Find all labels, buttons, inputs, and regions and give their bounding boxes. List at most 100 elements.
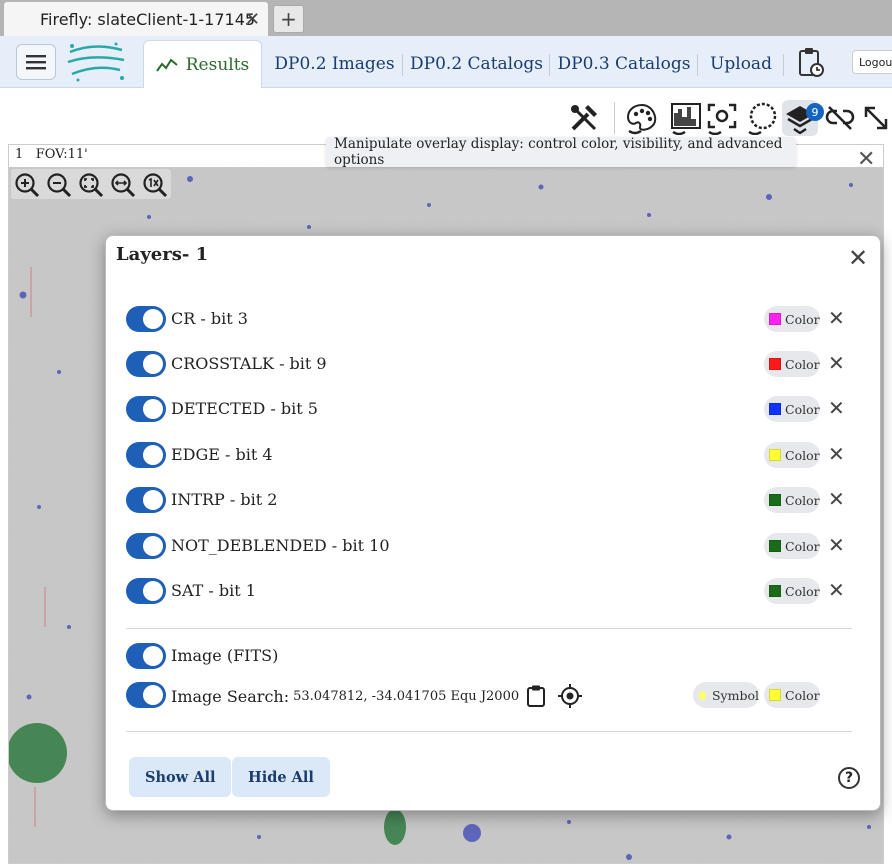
app-menu-bar: Results DP0.2 Images DP0.2 Catalogs DP0.… [0, 36, 892, 88]
color-swatch [769, 689, 781, 701]
remove-layer-icon[interactable]: ✕ [828, 396, 845, 420]
layer-color-button[interactable]: Color [764, 351, 820, 377]
layer-label: INTRP - bit 2 [171, 490, 278, 509]
select-region-button[interactable] [704, 100, 740, 136]
clipboard-clock-icon[interactable] [797, 46, 825, 78]
new-tab-button[interactable]: + [273, 5, 304, 33]
color-button-label: Color [785, 583, 820, 599]
layer-row-image-search: Image Search: 53.047812, -34.041705 Equ … [126, 681, 856, 711]
layer-color-button[interactable]: Color [764, 487, 820, 513]
layer-label: Image Search: 53.047812, -34.041705 Equ … [171, 683, 583, 709]
layer-color-button[interactable]: Color [764, 396, 820, 422]
tab-dp03-catalogs[interactable]: DP0.3 Catalogs [550, 40, 698, 88]
dialog-title: Layers- 1 [116, 244, 209, 265]
tab-upload-label: Upload [710, 54, 772, 74]
zoom-fill-width-icon[interactable] [110, 172, 136, 198]
divider [126, 731, 852, 732]
tab-results[interactable]: Results [143, 40, 262, 88]
lasso-button[interactable] [744, 100, 780, 136]
search-label: Image Search: [171, 686, 290, 706]
firefly-logo-icon [67, 42, 125, 82]
layer-row-image-fits: Image (FITS) [126, 642, 856, 672]
layer-row-sat: SAT - bit 1 Color ✕ [126, 577, 856, 607]
clipboard-icon[interactable] [525, 684, 547, 708]
color-swatch [769, 313, 781, 325]
chart-line-icon [155, 57, 178, 72]
remove-layer-icon[interactable]: ✕ [828, 442, 845, 466]
dialog-close-icon[interactable]: ✕ [848, 244, 868, 272]
browser-tab[interactable]: Firefly: slateClient-1-17145 ✕ [4, 2, 268, 36]
color-palette-button[interactable] [624, 100, 660, 136]
remove-layer-icon[interactable]: ✕ [828, 351, 845, 375]
tools-button[interactable] [566, 100, 602, 136]
layer-color-button[interactable]: Color [764, 442, 820, 468]
hamburger-icon [26, 55, 46, 70]
browser-tab-title: Firefly: slateClient-1-17145 [40, 9, 256, 29]
fov-label: 1 FOV:11' [15, 147, 88, 162]
tab-dp02-catalogs[interactable]: DP0.2 Catalogs [403, 40, 550, 88]
remove-layer-icon[interactable]: ✕ [828, 487, 845, 511]
hide-all-button[interactable]: Hide All [232, 757, 330, 797]
zoom-out-icon[interactable] [46, 172, 72, 198]
color-button-label: Color [785, 401, 820, 417]
color-button-label: Color [785, 687, 820, 703]
remove-layer-icon[interactable]: ✕ [828, 578, 845, 602]
layer-visibility-toggle[interactable] [126, 643, 166, 669]
layer-visibility-toggle[interactable] [126, 442, 166, 468]
remove-layer-icon[interactable]: ✕ [828, 533, 845, 557]
hamburger-menu-button[interactable] [16, 44, 56, 80]
stretch-button[interactable] [668, 100, 704, 136]
layer-label: NOT_DEBLENDED - bit 10 [171, 536, 390, 555]
viewer-close-icon[interactable]: ✕ [857, 147, 875, 172]
layer-visibility-toggle[interactable] [126, 306, 166, 332]
divider [126, 628, 852, 629]
unlink-button[interactable] [822, 100, 858, 136]
layer-row-not-deblended: NOT_DEBLENDED - bit 10 Color ✕ [126, 532, 856, 562]
layer-row-cr: CR - bit 3 Color ✕ [126, 305, 856, 335]
tab-dp02-images[interactable]: DP0.2 Images [266, 40, 403, 88]
unlink-icon [825, 106, 855, 130]
layer-label: CR - bit 3 [171, 309, 248, 328]
zoom-in-icon[interactable] [14, 172, 40, 198]
stretch-histogram-icon [671, 103, 701, 135]
expand-icon [864, 106, 888, 130]
layer-color-button[interactable]: Color [764, 306, 820, 332]
layer-row-intrp: INTRP - bit 2 Color ✕ [126, 486, 856, 516]
plot-index: 1 [15, 147, 24, 162]
tab-upload[interactable]: Upload [698, 40, 784, 88]
color-button-label: Color [785, 311, 820, 327]
zoom-fit-icon[interactable] [78, 172, 104, 198]
expand-button[interactable] [858, 100, 892, 136]
remove-layer-icon[interactable]: ✕ [828, 306, 845, 330]
toolbar-divider [614, 102, 615, 134]
layer-visibility-toggle[interactable] [126, 682, 166, 708]
layer-row-crosstalk: CROSSTALK - bit 9 Color ✕ [126, 350, 856, 380]
zoom-1x-icon[interactable] [142, 172, 168, 198]
layer-label: DETECTED - bit 5 [171, 399, 318, 418]
layers-dialog: Layers- 1 ✕ CR - bit 3 Color ✕ CROSSTALK… [105, 235, 881, 811]
color-swatch [769, 403, 781, 415]
center-target-icon[interactable] [557, 683, 583, 709]
layer-label: EDGE - bit 4 [171, 445, 273, 464]
tools-icon [571, 105, 597, 131]
tab-dp02-catalogs-label: DP0.2 Catalogs [410, 54, 543, 74]
layer-visibility-toggle[interactable] [126, 578, 166, 604]
symbol-button[interactable]: Symbol [693, 682, 759, 708]
show-all-button[interactable]: Show All [129, 757, 232, 797]
logout-button[interactable]: Logou [852, 50, 892, 74]
close-tab-icon[interactable]: ✕ [245, 9, 260, 30]
layer-visibility-toggle[interactable] [126, 396, 166, 422]
layer-color-button[interactable]: Color [764, 578, 820, 604]
layer-color-button[interactable]: Color [764, 533, 820, 559]
layer-visibility-toggle[interactable] [126, 487, 166, 513]
color-button-label: Color [785, 492, 820, 508]
layer-label: Image (FITS) [171, 646, 279, 665]
layer-color-button[interactable]: Color [764, 682, 820, 708]
browser-tab-strip: Firefly: slateClient-1-17145 ✕ + [0, 0, 892, 36]
symbol-button-label: Symbol [711, 687, 759, 703]
layer-visibility-toggle[interactable] [126, 533, 166, 559]
tab-dp03-catalogs-label: DP0.3 Catalogs [557, 54, 691, 74]
layer-visibility-toggle[interactable] [126, 351, 166, 377]
help-icon[interactable]: ? [838, 767, 860, 789]
color-swatch [769, 494, 781, 506]
